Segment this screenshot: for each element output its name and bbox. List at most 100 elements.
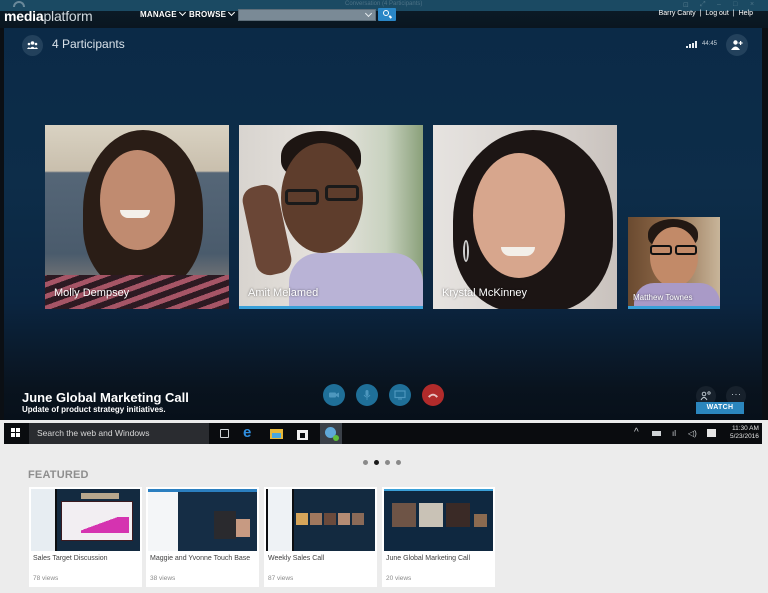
card-views: 38 views [150, 575, 176, 582]
participant-earring [463, 240, 469, 262]
search-icon [383, 10, 389, 16]
mediaplatform-logo[interactable]: mediaplatform [4, 1, 93, 24]
action-center-icon[interactable] [707, 429, 716, 437]
nav-manage-label: MANAGE [140, 10, 177, 19]
chevron-down-icon [228, 8, 236, 17]
card-title: Maggie and Yvonne Touch Base [150, 555, 251, 562]
separator: | [699, 10, 702, 17]
meeting-title: June Global Marketing Call [22, 390, 189, 405]
participant-name: Krystal McKinney [442, 287, 527, 299]
participant-name: Molly Dempsey [54, 287, 130, 299]
screen-share-button[interactable] [389, 384, 411, 406]
video-tile-matthew-townes[interactable]: Matthew Townes [628, 217, 720, 309]
edge-browser-icon[interactable]: e [243, 425, 256, 440]
participant-name: Matthew Townes [633, 293, 693, 302]
nav-manage[interactable]: MANAGE [140, 8, 186, 19]
site-header: mediaplatform Conversation (4 Participan… [0, 0, 768, 28]
watch-button[interactable]: WATCH [696, 402, 744, 414]
featured-heading: FEATURED [28, 469, 89, 481]
windows-start-icon[interactable] [11, 428, 21, 438]
featured-card[interactable]: Weekly Sales Call 87 views [264, 487, 377, 587]
carousel-pager [363, 452, 407, 470]
meeting-subtitle: Update of product strategy initiatives. [22, 405, 166, 414]
participant-glasses [285, 189, 319, 205]
video-thumbnail [266, 489, 375, 551]
pager-dot-1[interactable] [363, 460, 368, 465]
nav-browse[interactable]: BROWSE [189, 8, 236, 19]
participant-glasses [650, 245, 672, 255]
end-call-icon [428, 393, 438, 398]
clock-time: 11:30 AM [731, 425, 759, 432]
pager-dot-2[interactable] [374, 460, 379, 465]
card-title: June Global Marketing Call [386, 555, 471, 562]
skype-taskbar-button[interactable] [320, 423, 342, 444]
taskbar-clock[interactable]: 11:30 AM 5/23/2016 [730, 425, 759, 441]
pager-dot-4[interactable] [396, 460, 401, 465]
add-participant-button[interactable] [726, 34, 748, 56]
logo-text-bold: media [4, 8, 44, 24]
windows-taskbar: Search the web and Windows e ^ ıl ◁) 11:… [4, 423, 762, 444]
network-icon[interactable]: ıl [672, 429, 676, 438]
pager-dot-3[interactable] [385, 460, 390, 465]
video-tile-molly-dempsey[interactable]: Molly Dempsey [45, 125, 229, 309]
search-button[interactable] [378, 8, 396, 21]
add-person-icon [731, 40, 743, 50]
show-hidden-icons-chevron[interactable]: ^ [634, 427, 639, 438]
participant-glasses [675, 245, 697, 255]
screen-share-icon [394, 390, 406, 400]
featured-card[interactable]: June Global Marketing Call 20 views [382, 487, 495, 587]
logout-link[interactable]: Log out [705, 10, 728, 17]
participant-smile [501, 247, 535, 256]
window-maximize-icon[interactable]: □ [733, 1, 737, 8]
participant-glasses [325, 185, 359, 201]
participants-count: 4 Participants [52, 37, 125, 51]
active-speaker-indicator [628, 306, 720, 309]
participant-smile [120, 210, 150, 218]
end-call-button[interactable] [422, 384, 444, 406]
signal-strength-icon [686, 41, 697, 48]
chevron-down-icon[interactable] [364, 9, 373, 18]
participant-shirt [289, 253, 423, 309]
featured-card[interactable]: Sales Target Discussion 78 views [29, 487, 142, 587]
microphone-icon [363, 390, 371, 400]
task-view-icon[interactable] [218, 427, 231, 440]
user-name-link[interactable]: Barry Canty [659, 10, 696, 17]
window-restore-icon[interactable]: ⊡ [683, 1, 689, 9]
participant-face [100, 150, 175, 250]
clock-date: 5/23/2016 [730, 433, 759, 440]
search-input[interactable] [238, 9, 376, 21]
featured-card[interactable]: Maggie and Yvonne Touch Base 38 views [146, 487, 259, 587]
card-title: Sales Target Discussion [33, 555, 108, 562]
volume-icon[interactable]: ◁) [688, 429, 697, 438]
store-icon[interactable] [296, 427, 309, 440]
participants-button[interactable] [22, 35, 43, 56]
video-thumbnail [384, 489, 493, 551]
help-link[interactable]: Help [739, 10, 753, 17]
taskbar-search-input[interactable]: Search the web and Windows [29, 423, 209, 444]
mute-button[interactable] [356, 384, 378, 406]
card-views: 20 views [386, 575, 412, 582]
chevron-down-icon [178, 8, 186, 17]
people-icon [27, 41, 38, 49]
logo-text-light: platform [43, 8, 93, 24]
participant-face [473, 153, 565, 278]
file-explorer-icon[interactable] [270, 427, 283, 440]
battery-icon[interactable] [652, 431, 661, 436]
window-close-icon[interactable]: × [750, 1, 754, 8]
conversation-window: 4 Participants 44:45 Molly Dempsey Amit … [4, 28, 762, 420]
card-views: 78 views [33, 575, 59, 582]
separator: | [732, 10, 735, 17]
call-timer: 44:45 [702, 41, 718, 47]
online-status-icon [333, 435, 339, 441]
people-settings-icon [700, 391, 711, 401]
card-views: 87 views [268, 575, 294, 582]
window-fullscreen-icon[interactable]: ⤢ [700, 1, 706, 9]
participant-name: Amit Melamed [248, 287, 319, 299]
broadcast-icon [13, 1, 25, 7]
window-minimize-icon[interactable]: – [717, 1, 721, 8]
video-tile-amit-melamed[interactable]: Amit Melamed [239, 125, 423, 309]
video-tile-krystal-mckinney[interactable]: Krystal McKinney [433, 125, 617, 309]
card-title: Weekly Sales Call [268, 555, 325, 562]
window-title: Conversation (4 Participants) [345, 1, 423, 7]
video-toggle-button[interactable] [323, 384, 345, 406]
